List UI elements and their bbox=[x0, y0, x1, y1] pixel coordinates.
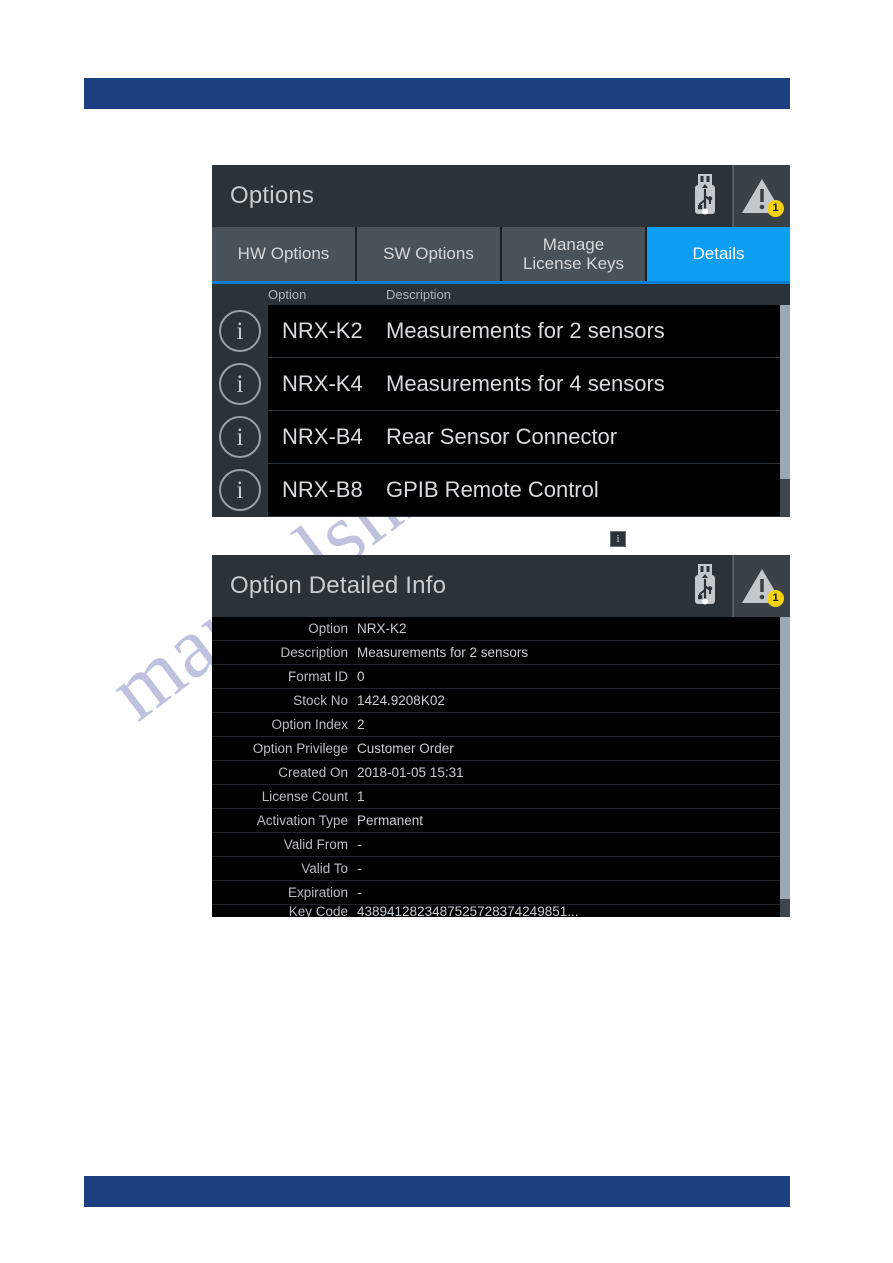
warning-count-badge: 1 bbox=[767, 590, 784, 607]
detail-field-value: - bbox=[357, 837, 362, 852]
detail-field-key: Expiration bbox=[287, 885, 348, 900]
options-tab-row: HW Options SW Options Manage License Key… bbox=[212, 227, 790, 284]
detail-field-key: Key Code bbox=[288, 905, 348, 917]
detail-field-row: Option Privilege Customer Order bbox=[212, 737, 790, 761]
detail-field-key: Created On bbox=[278, 765, 348, 780]
tab-hw-options-label: HW Options bbox=[237, 244, 330, 264]
table-row[interactable]: i NRX-K2 Measurements for 2 sensors bbox=[212, 305, 790, 358]
usb-stick-icon[interactable] bbox=[677, 555, 733, 617]
detail-field-row: Created On 2018-01-05 15:31 bbox=[212, 761, 790, 785]
detail-field-row: Format ID 0 bbox=[212, 665, 790, 689]
options-titlebar-icons: 1 bbox=[677, 165, 790, 227]
detail-field-row: Option NRX-K2 bbox=[212, 617, 790, 641]
tab-sw-options[interactable]: SW Options bbox=[357, 227, 502, 281]
cell-option: NRX-B8 bbox=[282, 477, 363, 502]
inline-info-icon: i bbox=[610, 531, 626, 547]
tab-details[interactable]: Details bbox=[647, 227, 790, 281]
cell-description: GPIB Remote Control bbox=[386, 477, 599, 502]
detail-field-row: License Count 1 bbox=[212, 785, 790, 809]
column-header-description: Description bbox=[386, 287, 452, 302]
usb-stick-icon[interactable] bbox=[677, 165, 733, 227]
tab-details-label: Details bbox=[692, 244, 745, 264]
tab-sw-options-label: SW Options bbox=[383, 244, 474, 264]
row-info-button[interactable]: i bbox=[212, 411, 268, 463]
row-info-button[interactable]: i bbox=[212, 464, 268, 516]
cell-description: Measurements for 4 sensors bbox=[386, 371, 665, 396]
info-icon: i bbox=[219, 469, 261, 511]
table-row[interactable]: i NRX-B4 Rear Sensor Connector bbox=[212, 411, 790, 464]
detail-field-key: Description bbox=[280, 645, 348, 660]
detail-field-value: NRX-K2 bbox=[357, 621, 407, 636]
detail-scrollbar[interactable] bbox=[780, 617, 790, 917]
cell-option: NRX-K2 bbox=[282, 318, 363, 343]
detail-field-row: Stock No 1424.9208K02 bbox=[212, 689, 790, 713]
options-list: i NRX-K2 Measurements for 2 sensors i NRX-K4… bbox=[212, 305, 790, 517]
detail-field-key: Option bbox=[308, 621, 348, 636]
option-detail-field-list: Option NRX-K2 Description Measurements for … bbox=[212, 617, 790, 917]
tab-manage-license-keys-label: Manage License Keys bbox=[523, 235, 624, 273]
options-column-header: Option Description bbox=[212, 284, 790, 305]
detail-field-value: 4389412823487525728374249851... bbox=[357, 905, 579, 917]
options-panel: Options 1 HW Options SW Options Manage L… bbox=[212, 165, 790, 517]
detail-field-row: Valid From - bbox=[212, 833, 790, 857]
detail-field-key: Format ID bbox=[287, 669, 348, 684]
info-icon: i bbox=[219, 416, 261, 458]
info-icon: i bbox=[219, 363, 261, 405]
options-list-scrollbar[interactable] bbox=[780, 305, 790, 517]
table-row[interactable]: i NRX-B8 GPIB Remote Control bbox=[212, 464, 790, 517]
warning-count-badge: 1 bbox=[767, 200, 784, 217]
column-header-option: Option bbox=[268, 287, 307, 302]
detail-field-row: Expiration - bbox=[212, 881, 790, 905]
options-list-scrollbar-thumb[interactable] bbox=[780, 305, 790, 479]
detail-field-row: Activation Type Permanent bbox=[212, 809, 790, 833]
cell-option: NRX-K4 bbox=[282, 371, 363, 396]
cell-description: Measurements for 2 sensors bbox=[386, 318, 665, 343]
options-panel-title: Options bbox=[230, 182, 315, 209]
detail-field-row: Option Index 2 bbox=[212, 713, 790, 737]
detail-panel-title: Option Detailed Info bbox=[230, 572, 447, 599]
detail-field-key: License Count bbox=[261, 789, 348, 804]
detail-field-value: 1424.9208K02 bbox=[357, 693, 445, 708]
detail-field-key: Valid To bbox=[301, 861, 348, 876]
detail-field-row: Key Code 4389412823487525728374249851... bbox=[212, 905, 790, 917]
page-header-band bbox=[84, 78, 790, 109]
tab-hw-options[interactable]: HW Options bbox=[212, 227, 357, 281]
detail-titlebar: Option Detailed Info 1 bbox=[212, 555, 790, 617]
tab-manage-line2: License Keys bbox=[522, 254, 625, 273]
detail-scrollbar-thumb[interactable] bbox=[780, 617, 790, 899]
detail-field-key: Stock No bbox=[293, 693, 348, 708]
detail-field-key: Activation Type bbox=[256, 813, 348, 828]
warning-triangle-icon[interactable]: 1 bbox=[733, 165, 790, 227]
detail-field-value: Customer Order bbox=[357, 741, 454, 756]
detail-field-row: Valid To - bbox=[212, 857, 790, 881]
option-detail-panel: Option Detailed Info 1 Option NRX-K2 Des… bbox=[212, 555, 790, 917]
detail-field-value: - bbox=[357, 885, 362, 900]
warning-triangle-icon[interactable]: 1 bbox=[733, 555, 790, 617]
info-icon: i bbox=[219, 310, 261, 352]
tab-manage-line1: Manage bbox=[542, 234, 605, 254]
detail-field-key: Option Privilege bbox=[252, 741, 348, 756]
tab-manage-license-keys[interactable]: Manage License Keys bbox=[502, 227, 647, 281]
detail-field-value: 1 bbox=[357, 789, 365, 804]
detail-field-value: Measurements for 2 sensors bbox=[357, 645, 529, 660]
row-info-button[interactable]: i bbox=[212, 358, 268, 410]
detail-field-value: 2018-01-05 15:31 bbox=[357, 765, 464, 780]
detail-field-key: Valid From bbox=[283, 837, 348, 852]
detail-field-value: - bbox=[357, 861, 362, 876]
detail-field-value: 0 bbox=[357, 669, 365, 684]
detail-titlebar-icons: 1 bbox=[677, 555, 790, 617]
cell-option: NRX-B4 bbox=[282, 424, 363, 449]
detail-field-value: 2 bbox=[357, 717, 365, 732]
detail-field-value: Permanent bbox=[357, 813, 424, 828]
detail-field-key: Option Index bbox=[271, 717, 348, 732]
cell-description: Rear Sensor Connector bbox=[386, 424, 618, 449]
table-row[interactable]: i NRX-K4 Measurements for 4 sensors bbox=[212, 358, 790, 411]
detail-field-row: Description Measurements for 2 sensors bbox=[212, 641, 790, 665]
row-info-button[interactable]: i bbox=[212, 305, 268, 357]
options-titlebar: Options 1 bbox=[212, 165, 790, 227]
page-footer-band bbox=[84, 1176, 790, 1207]
